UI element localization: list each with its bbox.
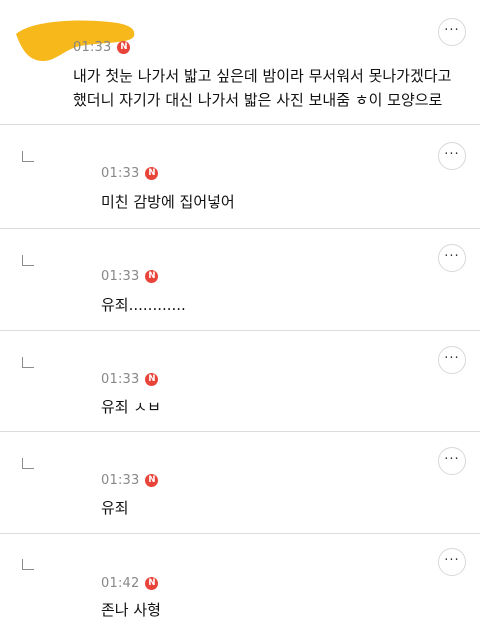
comment-time: 01:42 (101, 576, 140, 591)
comment-thread: 01:33 N 내가 첫눈 나가서 밟고 싶은데 밤이라 무서워서 못나가겠다고… (0, 0, 480, 644)
comment-text: 미친 감방에 집어넣어 (101, 193, 235, 211)
new-badge-icon: N (117, 41, 131, 54)
comment-meta: 01:33 N (73, 40, 131, 55)
reply-arrow-icon (22, 357, 34, 368)
comment-meta: 01:33 N (101, 372, 159, 387)
comment-meta: 01:33 N (101, 166, 159, 181)
username-highlight-redaction (16, 20, 135, 62)
more-options-button[interactable]: ··· (438, 142, 466, 170)
new-badge-icon: N (145, 474, 159, 487)
comment-text: 내가 첫눈 나가서 밟고 싶은데 밤이라 무서워서 못나가겠다고 했더니 자기가… (73, 67, 452, 109)
new-badge-icon: N (145, 270, 159, 283)
reply-item: 01:33 N 유죄............ ··· (0, 229, 480, 331)
reply-item: 01:42 N 존나 사형 ··· (0, 534, 480, 644)
reply-item: 01:33 N 미친 감방에 집어넣어 ··· (0, 125, 480, 229)
reply-item: 01:33 N 유죄 ··· (0, 432, 480, 534)
comment-text: 유죄 ㅅㅂ (101, 398, 161, 416)
more-icon: ··· (444, 248, 460, 264)
comment-time: 01:33 (101, 166, 140, 181)
comment-item: 01:33 N 내가 첫눈 나가서 밟고 싶은데 밤이라 무서워서 못나가겠다고… (0, 0, 480, 125)
new-badge-icon: N (145, 167, 159, 180)
comment-time: 01:33 (73, 40, 112, 55)
more-icon: ··· (444, 451, 460, 467)
more-options-button[interactable]: ··· (438, 244, 466, 272)
comment-text: 유죄............ (101, 296, 186, 314)
comment-text: 유죄 (101, 499, 129, 517)
more-options-button[interactable]: ··· (438, 346, 466, 374)
more-icon: ··· (444, 22, 460, 38)
reply-arrow-icon (22, 559, 34, 570)
more-icon: ··· (444, 552, 460, 568)
more-icon: ··· (444, 146, 460, 162)
reply-arrow-icon (22, 458, 34, 469)
more-options-button[interactable]: ··· (438, 18, 466, 46)
reply-arrow-icon (22, 151, 34, 162)
comment-text: 존나 사형 (101, 601, 161, 619)
comment-meta: 01:33 N (101, 269, 159, 284)
comment-time: 01:33 (101, 269, 140, 284)
reply-arrow-icon (22, 255, 34, 266)
more-options-button[interactable]: ··· (438, 548, 466, 576)
more-options-button[interactable]: ··· (438, 447, 466, 475)
comment-meta: 01:33 N (101, 473, 159, 488)
more-icon: ··· (444, 350, 460, 366)
comment-meta: 01:42 N (101, 576, 159, 591)
comment-time: 01:33 (101, 372, 140, 387)
reply-item: 01:33 N 유죄 ㅅㅂ ··· (0, 331, 480, 432)
new-badge-icon: N (145, 373, 159, 386)
new-badge-icon: N (145, 577, 159, 590)
comment-time: 01:33 (101, 473, 140, 488)
